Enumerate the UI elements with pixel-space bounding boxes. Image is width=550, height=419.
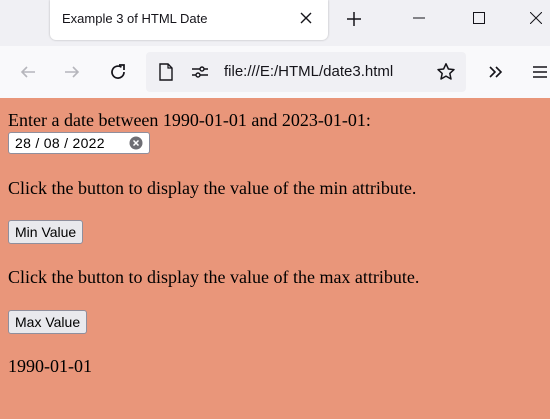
- back-arrow-icon[interactable]: [16, 60, 40, 84]
- close-icon[interactable]: [296, 8, 316, 28]
- window-close-icon[interactable]: [522, 6, 550, 30]
- overflow-chevrons-icon[interactable]: [484, 60, 508, 84]
- star-icon[interactable]: [436, 62, 456, 82]
- permissions-icon[interactable]: [190, 62, 210, 82]
- tab-active[interactable]: Example 3 of HTML Date: [50, 0, 328, 40]
- maximize-icon[interactable]: [465, 6, 493, 30]
- hamburger-menu-icon[interactable]: [528, 60, 550, 84]
- forward-arrow-icon[interactable]: [60, 60, 84, 84]
- date-prompt: Enter a date between 1990-01-01 and 2023…: [8, 110, 371, 130]
- plus-icon[interactable]: [342, 7, 366, 31]
- tab-strip: Example 3 of HTML Date: [0, 0, 550, 44]
- max-instruction: Click the button to display the value of…: [8, 267, 420, 287]
- minimize-icon[interactable]: [405, 6, 433, 30]
- max-value-button[interactable]: Max Value: [8, 310, 88, 334]
- url-text[interactable]: file:///E:/HTML/date3.html: [224, 63, 393, 80]
- date-input-value[interactable]: 28 / 08 / 2022: [15, 135, 105, 151]
- page-content: Enter a date between 1990-01-01 and 2023…: [0, 98, 550, 419]
- reload-icon[interactable]: [106, 60, 130, 84]
- page-icon[interactable]: [156, 62, 176, 82]
- tab-title: Example 3 of HTML Date: [62, 11, 208, 26]
- navigation-bar: file:///E:/HTML/date3.html: [0, 46, 550, 98]
- min-instruction: Click the button to display the value of…: [8, 178, 417, 198]
- url-bar[interactable]: file:///E:/HTML/date3.html: [146, 52, 466, 92]
- clear-circle-icon[interactable]: [129, 136, 143, 150]
- output-value: 1990-01-01: [8, 356, 92, 376]
- min-value-button[interactable]: Min Value: [8, 220, 84, 244]
- date-input[interactable]: 28 / 08 / 2022: [8, 132, 150, 154]
